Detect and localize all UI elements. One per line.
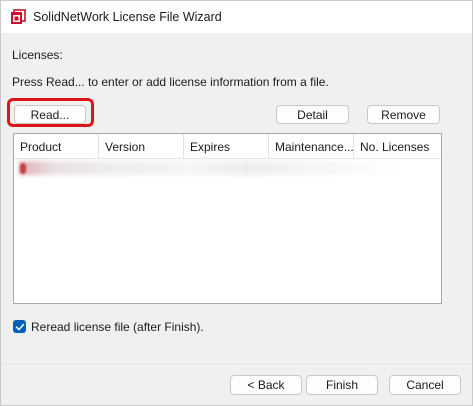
column-header-expires[interactable]: Expires — [184, 134, 269, 158]
remove-button[interactable]: Remove — [367, 105, 440, 124]
reread-label[interactable]: Reread license file (after Finish). — [31, 320, 204, 334]
column-header-product[interactable]: Product — [14, 134, 99, 158]
cancel-button[interactable]: Cancel — [389, 375, 461, 395]
title-bar: SolidNetWork License File Wizard — [1, 1, 472, 33]
footer-separator — [1, 363, 472, 364]
highlight-box — [7, 98, 94, 127]
license-row-icon — [20, 163, 26, 174]
window-title: SolidNetWork License File Wizard — [33, 10, 222, 24]
checkmark-icon — [15, 323, 24, 330]
list-header: Product Version Expires Maintenance... N… — [14, 134, 441, 159]
licenses-label: Licenses: — [12, 48, 63, 62]
solidworks-app-icon — [11, 9, 26, 24]
instruction-text: Press Read... to enter or add license in… — [12, 75, 329, 89]
detail-button[interactable]: Detail — [276, 105, 349, 124]
column-header-maintenance[interactable]: Maintenance... — [269, 134, 354, 158]
reread-checkbox[interactable] — [13, 320, 26, 333]
column-header-version[interactable]: Version — [99, 134, 184, 158]
finish-button[interactable]: Finish — [306, 375, 378, 395]
license-row-redacted[interactable] — [19, 161, 399, 175]
license-list[interactable]: Product Version Expires Maintenance... N… — [13, 133, 442, 304]
wizard-window: SolidNetWork License File Wizard License… — [0, 0, 473, 406]
column-header-licenses[interactable]: No. Licenses — [354, 134, 441, 158]
back-button[interactable]: < Back — [230, 375, 302, 395]
